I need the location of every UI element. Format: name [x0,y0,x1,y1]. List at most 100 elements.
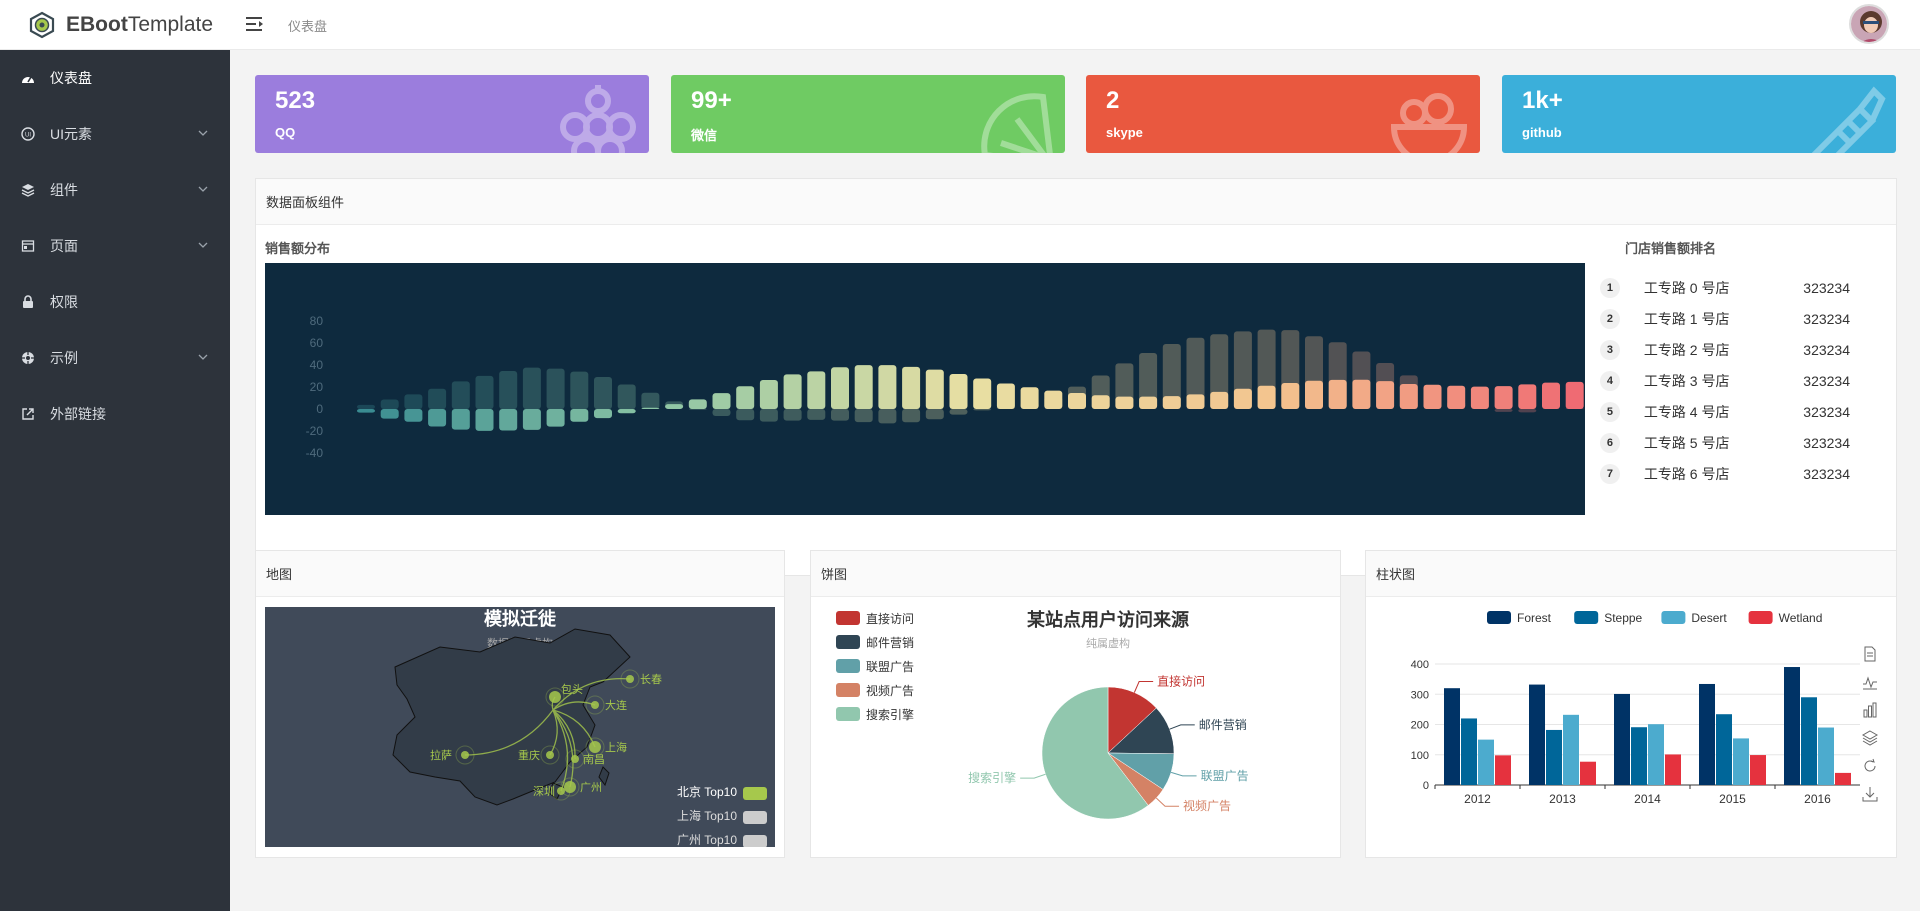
sales-bar-series-2[interactable] [736,409,755,421]
sales-bar-series-2[interactable] [641,392,660,409]
pie-legend-label[interactable]: 联盟广告 [866,660,914,674]
sidebar-item-ui[interactable]: UI UI元素 [0,106,230,162]
sales-bar-series-1[interactable] [1494,386,1513,409]
map-legend-label[interactable]: 北京 Top10 [677,785,737,799]
sidebar-item-permissions[interactable]: 权限 [0,274,230,330]
bar[interactable] [1665,754,1681,785]
sidebar-item-external-link[interactable]: 外部链接 [0,386,230,442]
bar-legend-label[interactable]: Wetland [1779,611,1823,625]
sales-bar-series-1[interactable] [1376,381,1395,409]
brand[interactable]: EBootTemplate [0,0,230,50]
bar[interactable] [1631,727,1647,785]
sales-bar-series-1[interactable] [688,399,707,409]
sales-bar-series-2[interactable] [949,409,968,415]
sales-bar-series-1[interactable] [1423,384,1442,409]
sales-bar-series-2[interactable] [807,409,826,420]
sales-bar-series-1[interactable] [949,374,968,409]
sales-bar-series-1[interactable] [1233,388,1252,409]
sales-bar-series-2[interactable] [902,409,921,423]
sales-bar-series-2[interactable] [688,409,707,410]
sales-bar-series-1[interactable] [878,365,897,409]
bar-chart[interactable]: Forest Steppe Desert Wetland 0 100 200 300 400 20… [1375,607,1887,847]
sales-bar-series-1[interactable] [1257,385,1276,409]
sales-bar-series-1[interactable] [499,409,518,431]
city-marker[interactable] [546,751,554,759]
city-marker[interactable] [589,741,601,753]
sales-bar-series-1[interactable] [357,409,375,413]
city-marker[interactable] [591,701,599,709]
pie-legend-label[interactable]: 视频广告 [866,683,914,698]
sales-bar-series-2[interactable] [522,367,541,409]
stat-card-skype[interactable]: 2 skype [1086,75,1480,153]
bar-legend-label[interactable]: Forest [1517,611,1552,625]
bar[interactable] [1648,724,1664,785]
sales-bar-series-1[interactable] [831,367,849,409]
sales-bar-series-2[interactable] [783,409,802,421]
stat-card-qq[interactable]: 523 QQ [255,75,649,153]
sales-bar-series-1[interactable] [925,369,944,409]
migration-map-chart[interactable]: 模拟迁徙 数据纯属虚构 长春大连包头上海拉萨重庆南昌广州深圳 北京 Top10上… [265,607,775,847]
pie-legend-label[interactable]: 直接访问 [866,611,914,626]
sales-bar-series-1[interactable] [570,409,589,422]
stat-card-wechat[interactable]: 99+ 微信 [671,75,1065,153]
bar[interactable] [1699,683,1715,785]
sales-bar-series-1[interactable] [1210,391,1229,409]
bar-legend-swatch[interactable] [1487,611,1511,624]
sales-bar-series-2[interactable] [1494,409,1513,412]
city-marker[interactable] [549,691,561,703]
menu-toggle-icon[interactable] [246,16,264,32]
sales-bar-series-1[interactable] [996,383,1015,409]
bar-legend-swatch[interactable] [1661,611,1686,624]
bar[interactable] [1818,727,1834,785]
pie-legend-label[interactable]: 邮件营销 [866,636,914,650]
sales-bar-series-1[interactable] [1044,390,1063,409]
sales-bar-series-2[interactable] [854,409,873,423]
city-marker[interactable] [557,787,565,795]
sales-bar-series-1[interactable] [1020,387,1039,409]
sales-bar-series-1[interactable] [783,374,802,409]
sales-bar-series-1[interactable] [1305,380,1323,409]
sales-bar-series-1[interactable] [1565,381,1584,409]
sales-bar-series-1[interactable] [1399,384,1418,409]
sales-bar-series-2[interactable] [878,409,897,424]
sales-bar-series-1[interactable] [404,409,423,422]
pie-legend-swatch[interactable] [836,683,860,697]
sales-bar-series-2[interactable] [546,368,565,409]
stat-card-github[interactable]: 1k+ github [1502,75,1896,153]
sales-bar-series-2[interactable] [1518,409,1537,413]
bar[interactable] [1835,772,1851,785]
sidebar-item-dashboard[interactable]: 仪表盘 [0,50,230,106]
city-marker[interactable] [571,755,579,763]
sales-bar-series-1[interactable] [451,409,470,430]
pie-chart[interactable]: 某站点用户访问来源纯属虚构直接访问邮件营销联盟广告视频广告搜索引擎直接访问邮件营… [820,607,1330,847]
sales-bar-series-1[interactable] [1352,379,1371,409]
data-view-icon[interactable] [1862,646,1878,662]
sales-bar-series-1[interactable] [665,404,684,409]
sales-bar-series-2[interactable] [428,388,447,409]
sales-bar-series-2[interactable] [499,370,518,409]
sidebar-item-examples[interactable]: 示例 [0,330,230,386]
bar-legend-label[interactable]: Desert [1691,611,1727,625]
bar[interactable] [1716,714,1732,785]
sales-bar-series-2[interactable] [594,376,612,409]
sales-bar-series-2[interactable] [570,371,589,409]
sales-bar-series-1[interactable] [641,407,660,409]
bar[interactable] [1529,684,1545,785]
sales-bar-series-1[interactable] [1447,385,1466,409]
sales-bar-series-1[interactable] [594,409,612,419]
bar-legend-swatch[interactable] [1748,611,1773,624]
sales-bar-series-1[interactable] [712,393,731,409]
bar[interactable] [1563,714,1579,785]
pie-legend-swatch[interactable] [836,611,860,625]
sales-bar-series-1[interactable] [1139,396,1158,409]
map-legend-swatch[interactable] [743,835,767,847]
sales-bar-series-1[interactable] [973,378,992,409]
bar[interactable] [1478,739,1494,785]
bar[interactable] [1614,693,1630,785]
bar-chart-icon[interactable] [1862,702,1878,718]
sales-bar-series-1[interactable] [1186,394,1205,409]
sales-bar-series-1[interactable] [736,386,755,409]
line-chart-icon[interactable] [1862,674,1878,690]
bar[interactable] [1495,755,1511,785]
sales-distribution-chart[interactable]: 80 60 40 20 0 -20 -40 [265,263,1585,515]
